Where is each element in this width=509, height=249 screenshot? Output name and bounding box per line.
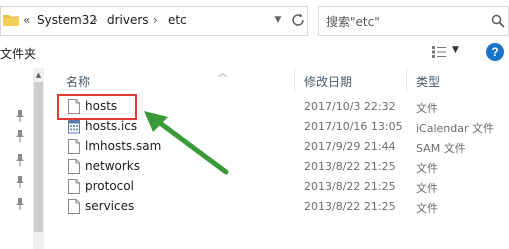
- file-row-networks[interactable]: networks 2013/8/22 21:25 文件: [44, 157, 509, 177]
- file-date: 2013/8/22 21:25: [304, 200, 396, 213]
- annotation-arrow: [144, 111, 229, 175]
- breadcrumb-separator[interactable]: ›: [93, 13, 98, 27]
- folder-icon: [3, 15, 19, 26]
- pin-icon[interactable]: [15, 154, 25, 166]
- file-type: 文件: [416, 182, 438, 195]
- file-type: 文件: [416, 102, 438, 115]
- refresh-icon[interactable]: [290, 12, 306, 28]
- file-type: 文件: [416, 202, 438, 215]
- file-date: 2017/10/3 22:32: [304, 100, 396, 113]
- pin-icon[interactable]: [15, 198, 25, 210]
- highlight-box: [57, 94, 137, 120]
- column-header-date[interactable]: 修改日期: [304, 73, 352, 90]
- column-divider[interactable]: [294, 68, 295, 92]
- help-icon[interactable]: ?: [486, 43, 504, 61]
- file-row-hosts-ics[interactable]: hosts.ics 2017/10/16 13:05 iCalendar 文件: [44, 117, 509, 137]
- file-date: 2013/8/22 21:25: [304, 160, 396, 173]
- blank-file-icon: [68, 159, 80, 174]
- file-row-services[interactable]: services 2013/8/22 21:25 文件: [44, 197, 509, 217]
- scrollbar-thumb[interactable]: [34, 82, 43, 232]
- address-bar[interactable]: « System32 › drivers › etc ▼: [0, 6, 308, 36]
- file-date: 2017/10/16 13:05: [304, 120, 403, 133]
- address-history-dropdown[interactable]: ▼: [271, 13, 285, 27]
- file-name: services: [85, 199, 135, 213]
- file-type: iCalendar 文件: [416, 122, 495, 135]
- file-name: hosts.ics: [85, 119, 138, 133]
- calendar-file-icon: [68, 120, 80, 134]
- file-row-protocol[interactable]: protocol 2013/8/22 21:25 文件: [44, 177, 509, 197]
- organize-label[interactable]: 文件夹: [0, 45, 36, 62]
- file-name: protocol: [85, 179, 134, 193]
- file-row-lmhosts-sam[interactable]: lmhosts.sam 2017/9/29 21:44 SAM 文件: [44, 137, 509, 157]
- view-dropdown-arrow[interactable]: ▼: [452, 45, 459, 55]
- scroll-up-arrow[interactable]: ▲: [33, 70, 44, 80]
- breadcrumb-separator[interactable]: ›: [153, 13, 158, 27]
- breadcrumb-etc[interactable]: etc: [168, 13, 187, 27]
- file-type: SAM 文件: [416, 142, 466, 155]
- breadcrumb-drivers[interactable]: drivers: [107, 13, 149, 27]
- navigation-pane: ▲: [0, 68, 44, 249]
- column-header-name[interactable]: 名称: [66, 73, 90, 90]
- sort-ascending-icon: ︿: [218, 69, 228, 79]
- blank-file-icon: [68, 199, 80, 214]
- column-header-type[interactable]: 类型: [416, 73, 440, 90]
- pin-icon[interactable]: [15, 176, 25, 188]
- breadcrumb-system32[interactable]: System32: [37, 13, 97, 27]
- file-date: 2017/9/29 21:44: [304, 140, 396, 153]
- column-header-row: ︿ 名称 修改日期 类型: [44, 68, 509, 92]
- file-name: networks: [85, 159, 140, 173]
- pin-icon[interactable]: [15, 110, 25, 122]
- search-input[interactable]: 搜索"etc": [318, 6, 509, 36]
- pin-icon[interactable]: [15, 130, 25, 142]
- address-row: « System32 › drivers › etc ▼ 搜索"etc": [0, 6, 509, 36]
- file-date: 2013/8/22 21:25: [304, 180, 396, 193]
- file-type: 文件: [416, 162, 438, 175]
- toolbar: 文件夹 ▼ ?: [0, 40, 509, 66]
- search-placeholder: 搜索"etc": [326, 15, 380, 29]
- search-icon[interactable]: [491, 14, 505, 28]
- column-divider[interactable]: [406, 68, 407, 92]
- breadcrumb-overflow[interactable]: «: [23, 13, 30, 27]
- blank-file-icon: [68, 179, 80, 194]
- blank-file-icon: [68, 139, 80, 154]
- view-options-icon[interactable]: [432, 46, 446, 58]
